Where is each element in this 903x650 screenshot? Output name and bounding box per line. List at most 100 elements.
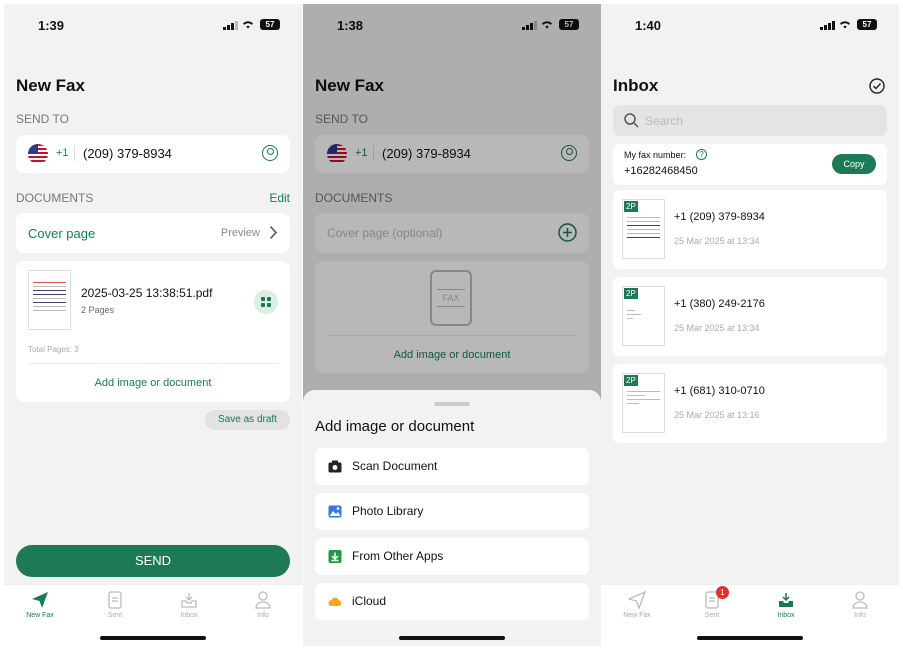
send-button[interactable]: SEND	[16, 545, 290, 577]
copy-button[interactable]: Copy	[832, 154, 876, 174]
fax-number: +1 (380) 249-2176	[674, 298, 765, 310]
add-document-button[interactable]: Add image or document	[16, 377, 290, 389]
my-fax-number-card: My fax number: ? +16282468450 Copy	[613, 144, 887, 185]
total-pages: Total Pages: 3	[28, 345, 79, 354]
drag-handle[interactable]	[434, 402, 470, 406]
home-indicator	[399, 636, 505, 640]
fax-thumbnail: 2P	[622, 373, 665, 433]
page-title: New Fax	[16, 76, 85, 95]
tab-label: Info	[257, 612, 269, 619]
battery-icon: 57	[857, 19, 877, 30]
paper-plane-icon	[628, 591, 646, 609]
my-fax-label: My fax number:	[624, 150, 687, 160]
wifi-icon	[840, 21, 850, 29]
tab-new-fax[interactable]: New Fax	[607, 591, 667, 619]
tab-label: Inbox	[180, 612, 198, 619]
divider	[74, 145, 75, 161]
fax-thumbnail: 2P	[622, 199, 665, 259]
option-label: Scan Document	[352, 459, 438, 473]
paper-plane-icon	[32, 592, 48, 608]
fax-thumbnail: 2P	[622, 286, 665, 346]
tab-bar: New Fax Sent Inbox Info	[4, 584, 302, 646]
inbox-screen: 1:40 57 Inbox Search My fax number: ? +1…	[601, 4, 899, 646]
list-item[interactable]: 2P +1 (380) 249-2176 25 Mar 2025 at 13:3…	[613, 277, 887, 356]
file-name: 2025-03-25 13:38:51.pdf	[81, 286, 213, 300]
document-card: 2025-03-25 13:38:51.pdf 2 Pages Total Pa…	[16, 261, 290, 402]
us-flag-icon[interactable]	[28, 144, 48, 164]
fax-number: +1 (681) 310-0710	[674, 385, 765, 397]
select-check-icon[interactable]	[869, 78, 885, 94]
status-bar: 1:40 57	[601, 4, 899, 46]
tab-label: New Fax	[623, 612, 651, 619]
tab-label: Sent	[704, 612, 720, 619]
contact-picker-icon[interactable]	[262, 145, 278, 161]
page-title: Inbox	[613, 76, 659, 95]
help-icon[interactable]: ?	[696, 149, 707, 160]
my-fax-number: +16282468450	[624, 165, 698, 177]
chevron-right-icon[interactable]	[269, 225, 278, 240]
bottom-sheet: Add image or document Scan Document Phot…	[303, 390, 601, 646]
cover-page-label: Cover page	[28, 226, 96, 241]
document-icon	[108, 591, 122, 609]
search-field[interactable]: Search	[613, 105, 887, 136]
status-time: 1:39	[38, 18, 65, 33]
tab-label: New Fax	[26, 612, 54, 619]
list-item[interactable]: 2P +1 (681) 310-0710 25 Mar 2025 at 13:1…	[613, 364, 887, 443]
tab-inbox[interactable]: Inbox	[159, 591, 219, 619]
save-draft-button[interactable]: Save as draft	[205, 410, 290, 430]
screens: 1:39 57 New Fax SEND TO +1 (209) 379-893…	[0, 0, 903, 650]
scan-document-option[interactable]: Scan Document	[315, 448, 589, 485]
fax-date: 25 Mar 2025 at 13:34	[674, 236, 760, 246]
list-item[interactable]: 2P +1 (209) 379-8934 25 Mar 2025 at 13:3…	[613, 190, 887, 269]
signal-icon	[820, 21, 835, 30]
send-to-label: SEND TO	[16, 112, 69, 126]
recipient-field[interactable]: +1 (209) 379-8934	[16, 135, 290, 173]
tab-bar: New Fax Sent 1 Inbox Info	[601, 584, 899, 646]
tab-sent[interactable]: Sent 1	[682, 586, 742, 619]
inbox-icon	[181, 593, 197, 608]
icloud-option[interactable]: iCloud	[315, 583, 589, 620]
wifi-icon	[243, 21, 253, 29]
tab-inbox[interactable]: Inbox	[756, 591, 816, 619]
reorder-icon[interactable]	[254, 290, 278, 314]
tab-label: Sent	[107, 612, 123, 619]
tab-info[interactable]: Info	[233, 591, 293, 619]
search-icon	[624, 113, 639, 128]
camera-icon	[328, 460, 342, 473]
preview-label[interactable]: Preview	[221, 227, 260, 239]
person-icon	[852, 591, 868, 609]
page-count-badge: 2P	[624, 375, 638, 386]
tab-sent[interactable]: Sent	[85, 591, 145, 619]
tab-new-fax[interactable]: New Fax	[10, 591, 70, 619]
country-code[interactable]: +1	[56, 147, 69, 159]
fax-date: 25 Mar 2025 at 13:34	[674, 323, 760, 333]
download-icon	[328, 550, 342, 563]
document-thumbnail[interactable]	[28, 270, 71, 330]
file-pages: 2 Pages	[81, 305, 115, 315]
search-input[interactable]: Search	[645, 114, 683, 128]
home-indicator	[697, 636, 803, 640]
cloud-icon	[328, 597, 342, 606]
sheet-title: Add image or document	[315, 418, 475, 435]
tab-label: Inbox	[777, 612, 795, 619]
other-apps-option[interactable]: From Other Apps	[315, 538, 589, 575]
new-fax-screen: 1:39 57 New Fax SEND TO +1 (209) 379-893…	[4, 4, 302, 646]
add-document-sheet-screen: 1:38 57 New Fax SEND TO +1 (209) 379-893…	[303, 4, 601, 646]
cover-page-row[interactable]: Cover page Preview	[16, 213, 290, 253]
signal-icon	[223, 21, 238, 30]
battery-icon: 57	[260, 19, 280, 30]
tab-info[interactable]: Info	[830, 591, 890, 619]
phone-number-input[interactable]: (209) 379-8934	[83, 146, 172, 161]
photo-library-option[interactable]: Photo Library	[315, 493, 589, 530]
fax-number: +1 (209) 379-8934	[674, 211, 765, 223]
documents-label: DOCUMENTS	[16, 191, 94, 205]
tab-label: Info	[854, 612, 866, 619]
divider	[28, 363, 278, 364]
home-indicator	[100, 636, 206, 640]
edit-button[interactable]: Edit	[269, 191, 290, 205]
page-count-badge: 2P	[624, 201, 638, 212]
photo-icon	[328, 505, 342, 518]
option-label: Photo Library	[352, 504, 424, 518]
status-bar: 1:39 57	[4, 4, 302, 46]
status-time: 1:40	[635, 18, 662, 33]
